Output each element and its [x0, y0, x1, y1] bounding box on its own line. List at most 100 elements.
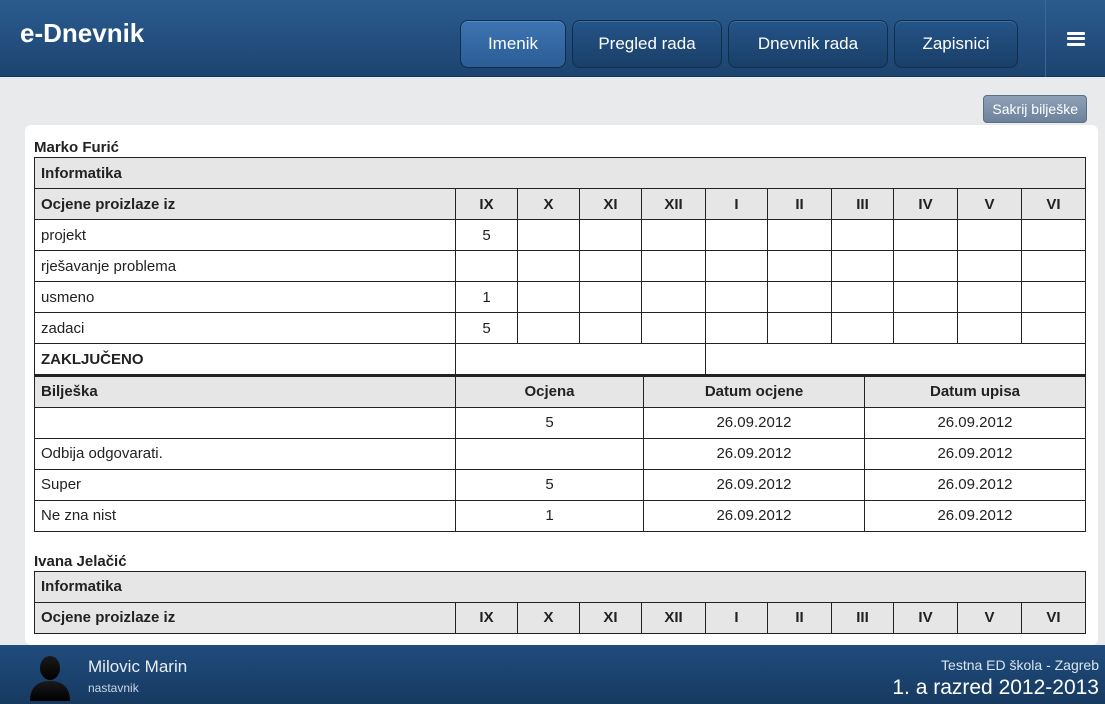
nav-pregled-rada[interactable]: Pregled rada [572, 20, 722, 68]
grade-cell[interactable] [893, 312, 958, 344]
closed-second-term-cell[interactable] [704, 343, 1087, 375]
grade-row: rješavanje problema [34, 250, 1087, 282]
grade-cell[interactable]: 1 [455, 281, 518, 313]
grade-cell[interactable] [893, 219, 958, 251]
grades-from-header: Ocjene proizlaze iz [34, 188, 456, 220]
grade-cell[interactable] [957, 312, 1022, 344]
student-name: Marko Furić [34, 139, 120, 156]
month-header: X [517, 601, 580, 634]
student-block: Ivana Jelačić Informatika Ocjene proizla… [33, 552, 1087, 634]
grade-cell[interactable] [1020, 250, 1087, 282]
grade-cell[interactable] [893, 281, 958, 313]
month-header: VI [1020, 601, 1087, 634]
class-selector[interactable]: 1. a razred 2012-2013 [892, 676, 1099, 700]
grade-cell[interactable] [579, 281, 642, 313]
grade-cell[interactable] [641, 281, 706, 313]
month-header: III [831, 601, 894, 634]
grade-cell[interactable] [517, 281, 580, 313]
month-header: V [957, 188, 1022, 220]
grade-cell[interactable]: 5 [455, 219, 518, 251]
grade-cell[interactable] [641, 250, 706, 282]
subject-name: Informatika [33, 157, 1087, 189]
main-nav: Imenik Pregled rada Dnevnik rada Zapisni… [460, 20, 1018, 68]
month-header: II [767, 188, 832, 220]
subject-row: Informatika [33, 570, 1087, 603]
month-header: III [831, 188, 894, 220]
month-header: XI [579, 601, 642, 634]
user-name[interactable]: Milovic Marin [88, 657, 187, 677]
note-row[interactable]: 5 26.09.2012 26.09.2012 [34, 406, 1086, 439]
note-row[interactable]: Odbija odgovarati. 26.09.2012 26.09.2012 [34, 437, 1086, 470]
month-header: I [705, 601, 768, 634]
grade-cell[interactable] [767, 281, 832, 313]
grade-cell[interactable] [893, 250, 958, 282]
grade-cell[interactable] [705, 219, 768, 251]
month-header: IX [455, 188, 518, 220]
grades-table: Informatika Ocjene proizlaze iz IX X XI … [33, 570, 1087, 634]
grade-cell[interactable] [705, 250, 768, 282]
note-row[interactable]: Ne zna nist 1 26.09.2012 26.09.2012 [34, 499, 1086, 532]
grade-header: Ocjena [455, 375, 644, 408]
grade-cell[interactable] [517, 219, 580, 251]
note-row[interactable]: Super 5 26.09.2012 26.09.2012 [34, 468, 1086, 501]
grade-cell[interactable] [1020, 312, 1087, 344]
grade-cell[interactable] [767, 312, 832, 344]
note-text: Odbija odgovarati. [34, 437, 456, 470]
note-grade-date: 26.09.2012 [643, 406, 865, 439]
subject-name: Informatika [33, 570, 1087, 603]
grade-cell[interactable] [1020, 219, 1087, 251]
note-text: Ne zna nist [34, 499, 456, 532]
grade-cell[interactable] [957, 250, 1022, 282]
grade-category: zadaci [34, 312, 456, 344]
grade-cell[interactable] [705, 312, 768, 344]
grade-cell[interactable] [705, 281, 768, 313]
grade-row: zadaci 5 [34, 312, 1087, 344]
grade-cell[interactable] [579, 219, 642, 251]
student-name: Ivana Jelačić [34, 552, 127, 570]
note-entry-date: 26.09.2012 [864, 406, 1086, 439]
grade-cell[interactable] [517, 250, 580, 282]
grade-cell[interactable] [517, 312, 580, 344]
note-entry-date: 26.09.2012 [864, 468, 1086, 501]
entry-date-header: Datum upisa [864, 375, 1086, 408]
grade-cell[interactable] [579, 312, 642, 344]
nav-imenik[interactable]: Imenik [460, 20, 566, 68]
grade-cell[interactable] [957, 219, 1022, 251]
grade-row: usmeno 1 [34, 281, 1087, 313]
closed-label: ZAKLJUČENO [34, 343, 456, 375]
grade-cell[interactable] [641, 312, 706, 344]
month-header: II [767, 601, 832, 634]
hide-notes-button[interactable]: Sakrij bilješke [983, 95, 1087, 123]
grade-cell[interactable] [579, 250, 642, 282]
month-header: XI [579, 188, 642, 220]
note-text: Super [34, 468, 456, 501]
status-bar: Milovic Marin nastavnik Testna ED škola … [0, 645, 1105, 704]
grade-cell[interactable]: 5 [455, 312, 518, 344]
grade-cell[interactable] [767, 250, 832, 282]
note-grade: 1 [455, 499, 644, 532]
grade-cell[interactable] [641, 219, 706, 251]
months-header-row: Ocjene proizlaze iz IX X XI XII I II III… [34, 601, 1087, 634]
grade-date-header: Datum ocjene [643, 375, 865, 408]
grade-cell[interactable] [831, 219, 894, 251]
note-grade [455, 437, 644, 470]
nav-dnevnik-rada[interactable]: Dnevnik rada [728, 20, 888, 68]
month-header: IV [893, 188, 958, 220]
top-bar: e-Dnevnik Imenik Pregled rada Dnevnik ra… [0, 0, 1105, 77]
grade-cell[interactable] [1020, 281, 1087, 313]
grade-cell[interactable] [957, 281, 1022, 313]
grade-cell[interactable] [831, 281, 894, 313]
subject-row: Informatika [33, 157, 1087, 189]
grade-cell[interactable] [767, 219, 832, 251]
month-header: IV [893, 601, 958, 634]
nav-zapisnici[interactable]: Zapisnici [894, 20, 1018, 68]
grade-cell[interactable] [831, 250, 894, 282]
notes-header-row: Bilješka Ocjena Datum ocjene Datum upisa [34, 375, 1086, 408]
note-grade-date: 26.09.2012 [643, 468, 865, 501]
grade-cell[interactable] [455, 250, 518, 282]
month-header: X [517, 188, 580, 220]
app-title[interactable]: e-Dnevnik [20, 18, 144, 49]
grade-cell[interactable] [831, 312, 894, 344]
closed-first-term-cell[interactable] [455, 343, 706, 375]
menu-button[interactable] [1045, 0, 1105, 77]
